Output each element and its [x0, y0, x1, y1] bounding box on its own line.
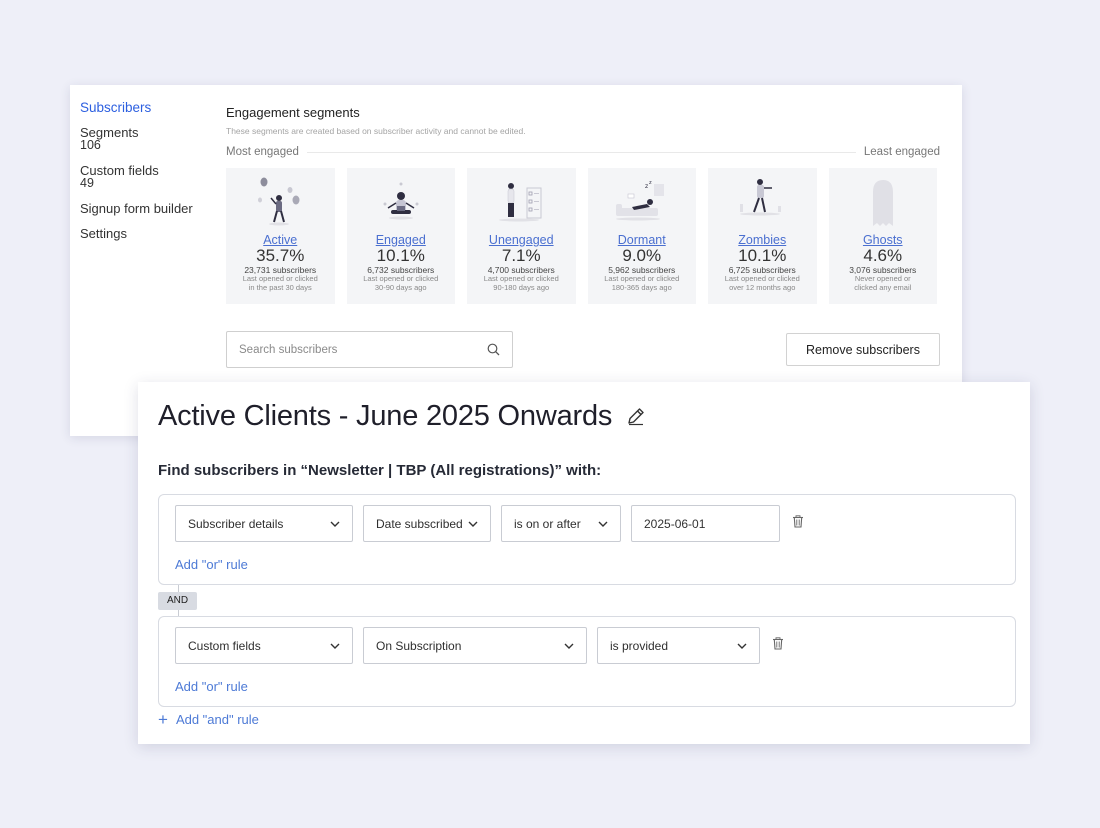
sidebar-item-subscribers[interactable]: Subscribers: [80, 101, 220, 115]
segment-percent: 10.1%: [738, 246, 787, 265]
dormant-illustration-icon: z z: [588, 174, 697, 234]
pencil-icon[interactable]: [626, 406, 646, 431]
rule-row: Custom fields On Subscription is provide…: [175, 627, 784, 664]
sidebar-item-segments[interactable]: Segments 106: [80, 126, 220, 152]
select-value: is provided: [610, 638, 669, 653]
search-input[interactable]: [227, 332, 467, 367]
find-subscribers-text: Find subscribers in “Newsletter | TBP (A…: [158, 462, 602, 479]
segment-name[interactable]: Engaged: [347, 233, 456, 247]
sidebar-item-count: 106: [80, 138, 101, 152]
plus-icon: +: [158, 710, 168, 729]
segment-caption: Last opened or clicked 90-180 days ago: [483, 274, 559, 292]
select-value: On Subscription: [376, 638, 462, 653]
engagement-segments: Engagement segments These segments are c…: [226, 105, 940, 304]
add-and-rule-label: Add "and" rule: [175, 712, 259, 727]
segment-caption: Last opened or clicked over 12 months ago: [724, 274, 800, 292]
scale-label-least: Least engaged: [863, 146, 940, 158]
segment-name[interactable]: Active: [226, 233, 335, 247]
segment-caption: Never opened or clicked any email: [854, 274, 912, 292]
rule-group-2: Custom fields On Subscription is provide…: [158, 616, 1016, 707]
segment-card-unengaged[interactable]: Unengaged 7.1% 4,700 subscribers Last op…: [467, 168, 576, 304]
sidebar-item-settings[interactable]: Settings: [80, 227, 220, 240]
field-select[interactable]: Subscriber details: [175, 505, 353, 542]
chevron-down-icon: [737, 643, 747, 649]
select-value: Date subscribed: [376, 516, 463, 531]
trash-icon[interactable]: [772, 636, 784, 655]
engaged-illustration-icon: [347, 174, 456, 234]
subfield-select[interactable]: On Subscription: [363, 627, 587, 664]
sidebar-nav: Subscribers Segments 106 Custom fields 4…: [80, 101, 220, 252]
scale-divider: [306, 151, 856, 153]
operator-select[interactable]: is on or after: [501, 505, 621, 542]
segment-caption: Last opened or clicked 180-365 days ago: [604, 274, 680, 292]
segment-percent: 9.0%: [622, 246, 662, 265]
segment-name[interactable]: Ghosts: [829, 233, 938, 247]
segment-percent: 35.7%: [256, 246, 305, 265]
segment-name[interactable]: Unengaged: [467, 233, 576, 247]
segment-card-engaged[interactable]: Engaged 10.1% 6,732 subscribers Last ope…: [346, 168, 456, 304]
segment-card-active[interactable]: Active 35.7% 23,731 subscribers Last ope…: [226, 168, 335, 304]
engagement-scale: Most engaged Least engaged: [226, 146, 940, 158]
field-select[interactable]: Custom fields: [175, 627, 353, 664]
chevron-down-icon: [330, 521, 340, 527]
svg-text:z: z: [649, 180, 652, 186]
unengaged-illustration-icon: [467, 174, 576, 234]
segment-caption: Last opened or clicked 30-90 days ago: [363, 274, 439, 292]
segment-caption: Last opened or clicked in the past 30 day…: [242, 274, 318, 292]
select-value: is on or after: [514, 516, 581, 531]
segment-cards: Active 35.7% 23,731 subscribers Last ope…: [226, 168, 940, 304]
segment-name[interactable]: Zombies: [708, 233, 817, 247]
title-row: Active Clients - June 2025 Onwards: [158, 400, 646, 433]
add-and-rule-link[interactable]: + Add "and" rule: [158, 710, 259, 729]
chevron-down-icon: [598, 521, 608, 527]
segment-name[interactable]: Dormant: [588, 233, 697, 247]
svg-text:z: z: [645, 183, 648, 190]
remove-subscribers-button[interactable]: Remove subscribers: [786, 333, 940, 366]
subfield-select[interactable]: Date subscribed: [363, 505, 491, 542]
segment-percent: 4.6%: [863, 246, 903, 265]
rule-group-1: Subscriber details Date subscribed is on…: [158, 494, 1016, 585]
sidebar-item-count: 49: [80, 176, 94, 190]
add-or-rule-link[interactable]: Add "or" rule: [175, 679, 248, 694]
trash-icon[interactable]: [792, 514, 804, 533]
ghost-illustration-icon: [829, 174, 938, 234]
scale-label-most: Most engaged: [226, 146, 299, 158]
connector-line: [178, 585, 179, 592]
chevron-down-icon: [564, 643, 574, 649]
chevron-down-icon: [330, 643, 340, 649]
date-value-input[interactable]: [631, 505, 780, 542]
segment-card-ghosts[interactable]: Ghosts 4.6% 3,076 subscribers Never open…: [828, 168, 938, 304]
add-or-rule-link[interactable]: Add "or" rule: [175, 557, 248, 572]
and-badge: AND: [158, 592, 197, 610]
rule-row: Subscriber details Date subscribed is on…: [175, 505, 804, 542]
segment-percent: 10.1%: [376, 246, 425, 265]
sidebar-item-custom-fields[interactable]: Custom fields 49: [80, 164, 220, 190]
select-value: Subscriber details: [188, 516, 284, 531]
segment-editor-panel: Active Clients - June 2025 Onwards Find …: [138, 382, 1030, 744]
section-description: These segments are created based on subs…: [226, 126, 526, 136]
select-value: Custom fields: [188, 638, 261, 653]
segment-card-zombies[interactable]: Zombies 10.1% 6,725 subscribers Last ope…: [708, 168, 817, 304]
segment-percent: 7.1%: [501, 246, 541, 265]
search-icon[interactable]: [487, 343, 500, 361]
sidebar-item-signup-form-builder[interactable]: Signup form builder: [80, 202, 220, 215]
operator-select[interactable]: is provided: [597, 627, 760, 664]
chevron-down-icon: [468, 521, 478, 527]
search-box: [226, 331, 513, 368]
section-title: Engagement segments: [226, 105, 360, 120]
zombies-illustration-icon: [708, 174, 817, 234]
page-title: Active Clients - June 2025 Onwards: [158, 400, 613, 432]
segment-card-dormant[interactable]: z z Dormant 9.0% 5,962 subscribers Last …: [587, 168, 697, 304]
active-illustration-icon: [226, 174, 335, 234]
